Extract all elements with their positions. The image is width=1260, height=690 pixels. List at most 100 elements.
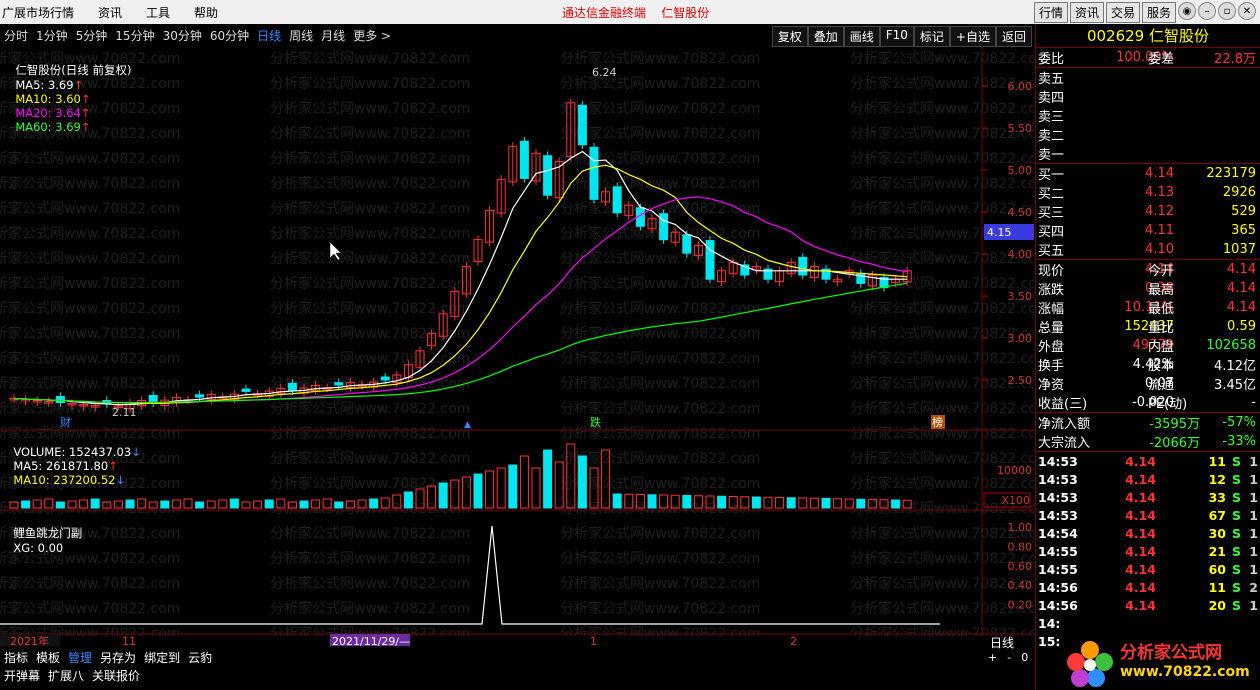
stat-label: 涨幅 <box>1038 302 1065 317</box>
zoom-in-button[interactable]: + <box>988 651 997 664</box>
volume-bar <box>311 499 321 509</box>
marker-bang[interactable]: 榜 <box>932 415 943 429</box>
volume-bar <box>554 461 564 509</box>
time-year: 2021年 <box>10 634 49 646</box>
quote-button[interactable]: 行情 <box>1033 2 1068 23</box>
menu-tools[interactable]: 工具 <box>134 4 182 21</box>
volume-bar <box>751 496 761 509</box>
bid-price: 4.13 <box>1145 185 1174 200</box>
bid-row[interactable]: 买一 4.14 223179 <box>1036 164 1260 183</box>
volume-bar <box>728 496 738 509</box>
linked-quote-button[interactable]: 关联报价 <box>88 667 144 684</box>
period-more[interactable]: 更多 > <box>349 27 395 44</box>
tab-template[interactable]: 模板 <box>32 649 64 666</box>
tick-price: 4.14 <box>1125 525 1156 541</box>
volume-bar <box>879 499 889 509</box>
tick-list[interactable]: 14:53 4.14 11 S 1 14:53 4.14 12 S 1 14:53 4.14 33 S… <box>1036 451 1260 650</box>
volume-bar <box>438 482 448 509</box>
tick-time: 14:53 <box>1038 453 1078 469</box>
zoom-reset-button[interactable]: 0 <box>1021 651 1028 664</box>
stat-label: 内盘 <box>1148 340 1175 355</box>
volume-bar <box>264 499 274 509</box>
period-30min[interactable]: 30分钟 <box>159 27 206 44</box>
volume-tick-label: 10000 <box>997 464 1032 477</box>
period-60min[interactable]: 60分钟 <box>206 27 253 44</box>
volume-bar <box>601 449 611 509</box>
tab-bind-to[interactable]: 绑定到 <box>140 649 184 666</box>
menu-help[interactable]: 帮助 <box>182 4 230 21</box>
stat-label: 总量 <box>1038 321 1065 336</box>
logo-text: 分析家公式网 <box>1120 643 1222 663</box>
weicha-value: 22.8万 <box>1214 52 1256 67</box>
tick-time: 15: <box>1038 633 1061 649</box>
period-monthly[interactable]: 月线 <box>317 27 349 44</box>
service-button[interactable]: 服务 <box>1141 2 1176 23</box>
period-daily[interactable]: 日线 <box>253 27 285 44</box>
news-button[interactable]: 资讯 <box>1069 2 1104 23</box>
volume-bar <box>148 501 158 509</box>
add-watchlist-button[interactable]: +自选 <box>949 26 996 47</box>
tab-save-as[interactable]: 另存为 <box>96 649 140 666</box>
mark-button[interactable]: 标记 <box>913 26 950 47</box>
volume-bar <box>543 449 553 509</box>
logo-url: www.70822.com <box>1120 664 1250 680</box>
legend-ma10: MA10: 3.60 <box>15 92 81 106</box>
tab-yunbao[interactable]: 云豹 <box>184 649 216 666</box>
tick-row: 14:55 4.14 21 S 1 <box>1036 542 1260 560</box>
period-5min[interactable]: 5分钟 <box>72 27 112 44</box>
menu-market[interactable]: 广展市场行情 <box>0 4 86 21</box>
restore-icon[interactable]: ▫ <box>1218 2 1236 20</box>
tick-volume: 11 <box>1208 453 1226 469</box>
close-icon[interactable]: ✕ <box>1238 2 1256 20</box>
zoom-out-button[interactable]: - <box>1007 651 1011 664</box>
period-fenshi[interactable]: 分时 <box>0 27 32 44</box>
volume-bar <box>485 470 495 509</box>
stat-value: 4.12亿 <box>1214 359 1256 374</box>
volume-bar <box>125 499 135 509</box>
period-1min[interactable]: 1分钟 <box>32 27 72 44</box>
tab-indicator[interactable]: 指标 <box>0 649 32 666</box>
danmu-toggle[interactable]: 开弹幕 <box>0 667 44 684</box>
candle-body <box>334 382 344 386</box>
period-15min[interactable]: 15分钟 <box>111 27 158 44</box>
bid-row[interactable]: 买四 4.11 365 <box>1036 221 1260 240</box>
tick-side: S <box>1232 471 1242 487</box>
draw-button[interactable]: 画线 <box>843 26 880 47</box>
stat-label: 涨跌 <box>1038 283 1065 298</box>
bid-row[interactable]: 买五 4.10 1037 <box>1036 240 1260 259</box>
menu-news[interactable]: 资讯 <box>86 4 134 21</box>
tick-volume: 60 <box>1208 561 1226 577</box>
user-icon[interactable]: ◉ <box>1178 2 1196 20</box>
minimize-icon[interactable]: – <box>1198 2 1216 20</box>
volume-bar <box>102 501 112 509</box>
mouse-cursor-icon <box>329 241 342 261</box>
legend-ma5: MA5: 3.69 <box>15 78 74 92</box>
stat-value: 4.14 <box>1227 281 1256 296</box>
marker-cai[interactable]: 财 <box>60 415 71 429</box>
period-weekly[interactable]: 周线 <box>285 27 317 44</box>
back-button[interactable]: 返回 <box>995 26 1032 47</box>
bid-volume: 2926 <box>1222 185 1256 200</box>
f10-button[interactable]: F10 <box>879 26 914 47</box>
bid-row[interactable]: 买三 4.12 529 <box>1036 202 1260 221</box>
tick-count: 1 <box>1249 471 1258 487</box>
stats-block: 现价 4.14 今开 4.14 涨跌 0.38 最高 4.14 涨幅 10.11% 最低 4.14… <box>1036 259 1260 412</box>
site-logo: 分析家公式网 www.70822.com <box>1064 636 1260 690</box>
bid-row[interactable]: 买二 4.13 2926 <box>1036 183 1260 202</box>
candle-body <box>589 146 599 200</box>
volume-bar <box>809 497 819 509</box>
tab-manage[interactable]: 管理 <box>64 649 96 666</box>
indicator-tick-label: 1.00 <box>1008 521 1033 534</box>
overlay-button[interactable]: 叠加 <box>807 26 844 47</box>
bid-label: 买一 <box>1038 168 1065 183</box>
trade-button[interactable]: 交易 <box>1105 2 1140 23</box>
volume-bar <box>833 498 843 509</box>
volume-bar <box>635 494 645 509</box>
stat-label: 股本 <box>1148 359 1175 374</box>
extend-eight-button[interactable]: 扩展八 <box>44 667 88 684</box>
kline-chart[interactable]: 6.00 5.50 5.00 4.50 4.00 3.50 3.00 2.50 10000 X10… <box>0 46 1034 646</box>
marker-die[interactable]: 跌 <box>590 415 601 429</box>
volume-bar <box>496 467 506 509</box>
fuquan-button[interactable]: 复权 <box>771 26 808 47</box>
stat-label: 今开 <box>1148 264 1175 279</box>
